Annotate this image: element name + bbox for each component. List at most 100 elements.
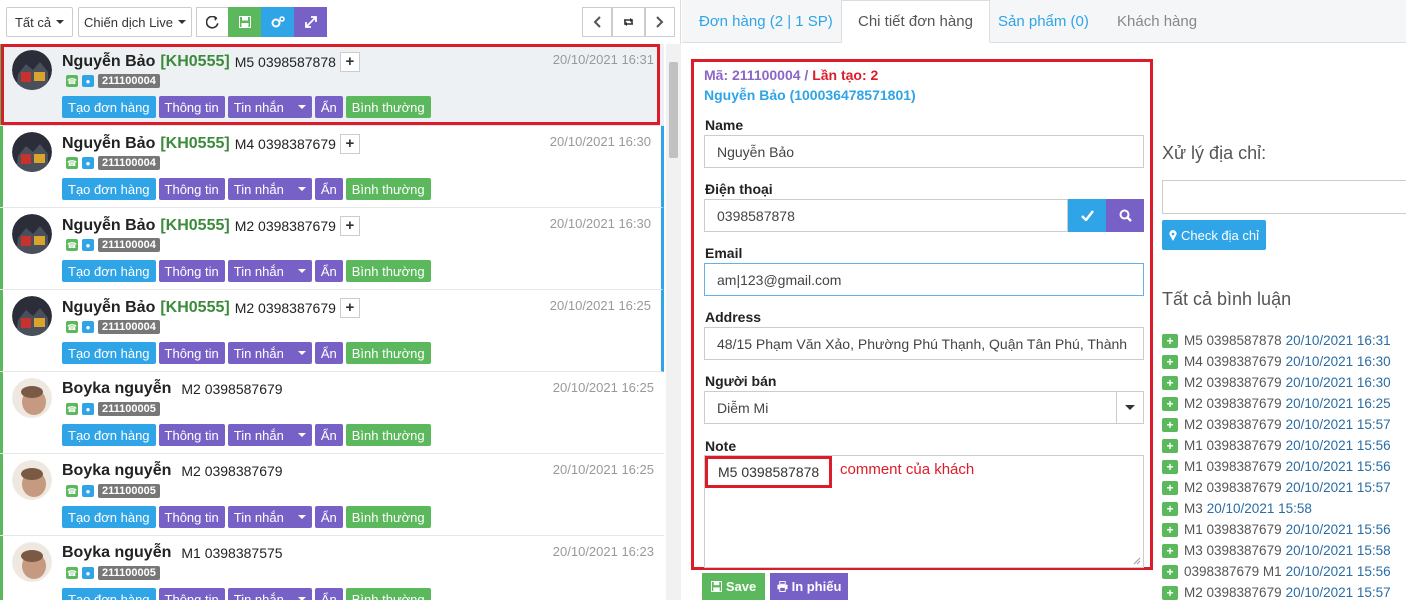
check-address-button[interactable]: Check địa chỉ	[1162, 220, 1266, 250]
message-button[interactable]: Tin nhắn	[227, 260, 312, 282]
address-tool-input[interactable]	[1162, 180, 1406, 214]
campaign-dropdown[interactable]: Chiến dịch Live	[78, 7, 192, 37]
user-icon[interactable]: ●	[82, 567, 94, 579]
email-input[interactable]: am|123@gmail.com	[704, 263, 1144, 296]
status-button[interactable]: Bình thường	[345, 260, 431, 282]
comment-item[interactable]: + M2 0398387679 20/10/2021 16:30	[1162, 372, 1406, 393]
comment-item[interactable]: + M2 0398387679 20/10/2021 15:57	[1162, 414, 1406, 435]
customer-name[interactable]: Nguyễn Bảo	[62, 135, 155, 153]
message-button[interactable]: Tin nhắn	[227, 588, 312, 600]
comment-item[interactable]: + M1 0398387679 20/10/2021 15:56	[1162, 519, 1406, 540]
comment-item[interactable]: + M3 20/10/2021 15:58	[1162, 498, 1406, 519]
status-button[interactable]: Bình thường	[345, 178, 431, 200]
info-button[interactable]: Thông tin	[158, 260, 225, 282]
plus-icon[interactable]: +	[1162, 333, 1178, 348]
comment-row[interactable]: Nguyễn Bảo [KH0555] M2 0398387679 + 20/1…	[0, 208, 664, 290]
comment-row[interactable]: Nguyễn Bảo [KH0555] M5 0398587878 + 20/1…	[0, 44, 664, 126]
comment-item[interactable]: +0398387679 M1 20/10/2021 15:56	[1162, 561, 1406, 582]
user-icon[interactable]: ●	[82, 485, 94, 497]
info-button[interactable]: Thông tin	[158, 342, 225, 364]
customer-name[interactable]: Nguyễn Bảo	[62, 299, 155, 317]
next-page-button[interactable]	[645, 7, 675, 37]
message-button[interactable]: Tin nhắn	[227, 96, 312, 118]
create-order-button[interactable]: Tạo đơn hàng	[62, 96, 156, 118]
phone-icon[interactable]: ☎	[66, 157, 78, 169]
phone-input[interactable]: 0398587878	[704, 199, 1068, 232]
avatar[interactable]	[12, 50, 52, 90]
message-button[interactable]: Tin nhắn	[227, 506, 312, 528]
plus-icon[interactable]: +	[1162, 480, 1178, 495]
tab-order-detail[interactable]: Chi tiết đơn hàng	[841, 0, 990, 43]
status-button[interactable]: Bình thường	[345, 506, 431, 528]
customer-name[interactable]: Nguyễn Bảo	[62, 53, 155, 71]
print-button[interactable]: In phiếu	[770, 573, 848, 600]
filter-all-dropdown[interactable]: Tất cả	[6, 7, 73, 37]
hide-button[interactable]: Ẩn	[314, 96, 343, 118]
note-textarea[interactable]: M5 0398587878 comment của khách	[704, 455, 1144, 568]
hide-button[interactable]: Ẩn	[314, 588, 343, 600]
status-button[interactable]: Bình thường	[345, 424, 431, 446]
order-badge[interactable]: 211100004	[98, 74, 160, 88]
phone-icon[interactable]: ☎	[66, 321, 78, 333]
user-icon[interactable]: ●	[82, 403, 94, 415]
save-list-button[interactable]	[228, 7, 261, 37]
address-input[interactable]: 48/15 Phạm Văn Xảo, Phường Phú Thạnh, Qu…	[704, 327, 1144, 360]
order-badge[interactable]: 211100005	[98, 484, 160, 498]
user-icon[interactable]: ●	[82, 239, 94, 251]
tab-orders[interactable]: Đơn hàng (2 | 1 SP)	[699, 0, 833, 43]
plus-icon[interactable]: +	[1162, 522, 1178, 537]
add-button[interactable]: +	[339, 134, 360, 154]
customer-name[interactable]: Boyka nguyễn	[62, 462, 171, 480]
info-button[interactable]: Thông tin	[158, 178, 225, 200]
hide-button[interactable]: Ẩn	[314, 506, 343, 528]
tab-products[interactable]: Sản phẩm (0)	[998, 0, 1089, 43]
phone-icon[interactable]: ☎	[66, 485, 78, 497]
order-badge[interactable]: 211100004	[98, 320, 160, 334]
prev-page-button[interactable]	[582, 7, 612, 37]
comment-row[interactable]: Nguyễn Bảo [KH0555] M2 0398387679 + 20/1…	[0, 290, 664, 372]
message-button[interactable]: Tin nhắn	[227, 178, 312, 200]
message-button[interactable]: Tin nhắn	[227, 424, 312, 446]
avatar[interactable]	[12, 460, 52, 500]
plus-icon[interactable]: +	[1162, 438, 1178, 453]
phone-icon[interactable]: ☎	[66, 567, 78, 579]
comment-item[interactable]: + M3 0398387679 20/10/2021 15:58	[1162, 540, 1406, 561]
order-badge[interactable]: 211100004	[98, 238, 160, 252]
user-icon[interactable]: ●	[82, 157, 94, 169]
plus-icon[interactable]: +	[1162, 564, 1178, 579]
create-order-button[interactable]: Tạo đơn hàng	[62, 178, 156, 200]
order-badge[interactable]: 211100004	[98, 156, 160, 170]
comment-item[interactable]: + M4 0398387679 20/10/2021 16:30	[1162, 351, 1406, 372]
plus-icon[interactable]: +	[1162, 375, 1178, 390]
info-button[interactable]: Thông tin	[158, 424, 225, 446]
add-button[interactable]: +	[339, 216, 360, 236]
order-badge[interactable]: 211100005	[98, 566, 160, 580]
hide-button[interactable]: Ẩn	[314, 178, 343, 200]
resize-handle-icon[interactable]	[1133, 557, 1141, 565]
create-order-button[interactable]: Tạo đơn hàng	[62, 260, 156, 282]
create-order-button[interactable]: Tạo đơn hàng	[62, 506, 156, 528]
user-icon[interactable]: ●	[82, 321, 94, 333]
plus-icon[interactable]: +	[1162, 501, 1178, 516]
create-order-button[interactable]: Tạo đơn hàng	[62, 424, 156, 446]
add-button[interactable]: +	[339, 298, 360, 318]
plus-icon[interactable]: +	[1162, 417, 1178, 432]
plus-icon[interactable]: +	[1162, 585, 1178, 600]
avatar[interactable]	[12, 378, 52, 418]
comment-row[interactable]: Nguyễn Bảo [KH0555] M4 0398387679 + 20/1…	[0, 126, 664, 208]
phone-icon[interactable]: ☎	[66, 403, 78, 415]
hide-button[interactable]: Ẩn	[314, 342, 343, 364]
swap-button[interactable]	[612, 7, 645, 37]
customer-name[interactable]: Boyka nguyễn	[62, 544, 171, 562]
order-badge[interactable]: 211100005	[98, 402, 160, 416]
expand-button[interactable]	[294, 7, 327, 37]
comment-row[interactable]: Boyka nguyễn M2 0398387679 20/10/2021 16…	[0, 454, 664, 536]
avatar[interactable]	[12, 132, 52, 172]
comment-item[interactable]: + M2 0398387679 20/10/2021 16:25	[1162, 393, 1406, 414]
plus-icon[interactable]: +	[1162, 543, 1178, 558]
phone-icon[interactable]: ☎	[66, 239, 78, 251]
customer-name[interactable]: Boyka nguyễn	[62, 380, 171, 398]
seller-select[interactable]: Diễm Mi	[704, 391, 1144, 424]
status-button[interactable]: Bình thường	[345, 96, 431, 118]
customer-name[interactable]: Nguyễn Bảo	[62, 217, 155, 235]
